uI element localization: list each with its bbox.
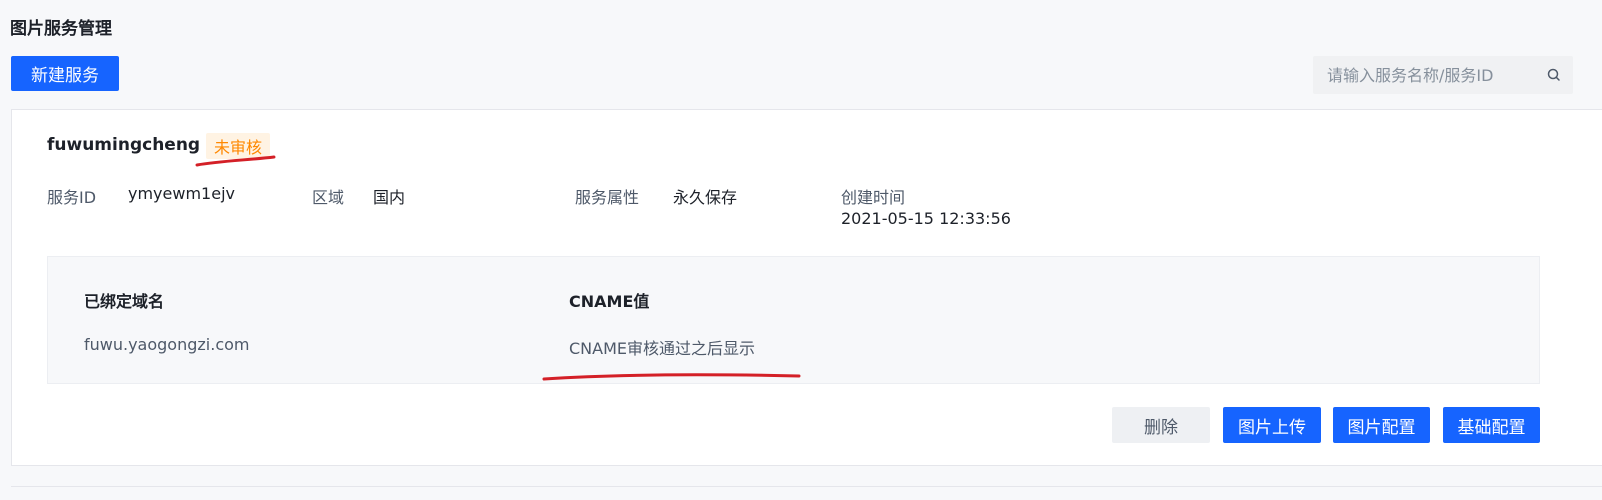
annotation-underline-cname: [542, 373, 801, 381]
service-id-label: 服务ID: [47, 188, 97, 207]
annotation-underline-status: [195, 155, 276, 167]
create-service-button[interactable]: 新建服务: [11, 56, 119, 91]
service-attr-value: 永久保存: [673, 188, 738, 207]
bound-domain-header: 已绑定域名: [84, 292, 165, 311]
service-card: fuwumingcheng 未审核 服务ID ymyewm1ejv 区域 国内 …: [11, 109, 1602, 466]
service-name: fuwumingcheng: [47, 135, 201, 155]
image-service-page: 图片服务管理 新建服务 fuwumingcheng 未审核 服务ID ymyew…: [0, 0, 1602, 500]
bound-domain-value: fuwu.yaogongzi.com: [84, 335, 250, 354]
page-title: 图片服务管理: [10, 19, 112, 39]
service-attr-label: 服务属性: [575, 188, 640, 207]
created-time-value: 2021-05-15 12:33:56: [841, 209, 1011, 228]
search-input[interactable]: [1313, 56, 1533, 94]
created-time-label: 创建时间: [841, 188, 906, 207]
image-config-button[interactable]: 图片配置: [1333, 407, 1430, 443]
search-box: [1313, 56, 1573, 94]
region-label: 区域: [312, 188, 345, 207]
delete-button[interactable]: 删除: [1112, 407, 1210, 443]
image-upload-button[interactable]: 图片上传: [1223, 407, 1321, 443]
base-config-button[interactable]: 基础配置: [1443, 407, 1540, 443]
service-id-value: ymyewm1ejv: [128, 184, 235, 203]
region-value: 国内: [373, 188, 406, 207]
cname-value: CNAME审核通过之后显示: [569, 339, 756, 358]
bound-domains-panel: 已绑定域名 CNAME值 fuwu.yaogongzi.com CNAME审核通…: [47, 256, 1540, 384]
search-icon[interactable]: [1546, 67, 1562, 83]
divider: [11, 486, 1602, 487]
cname-header: CNAME值: [569, 292, 650, 311]
